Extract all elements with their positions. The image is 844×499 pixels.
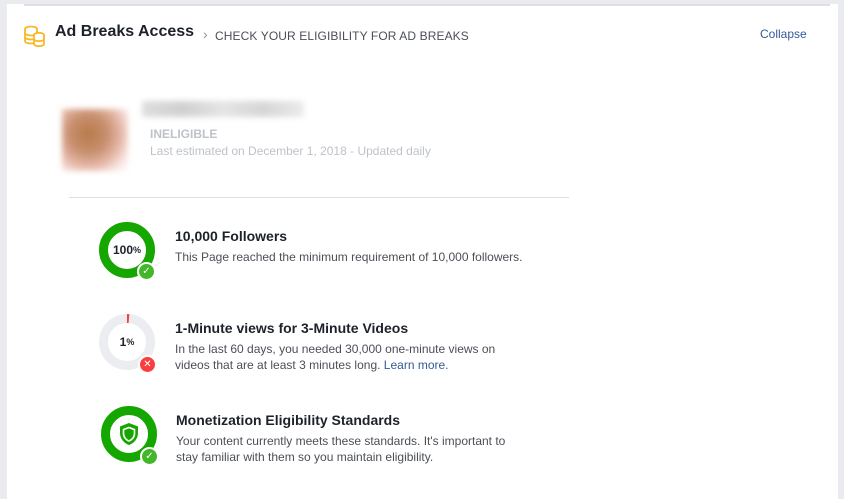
requirement-description: Your content currently meets these stand… [176, 434, 506, 464]
requirement-followers: 100% ✓ 10,000 Followers This Page reache… [7, 218, 838, 288]
progress-ring: ✓ [99, 404, 159, 466]
eligibility-status: INELIGIBLE [150, 127, 218, 141]
ad-breaks-card: Ad Breaks Access › CHECK YOUR ELIGIBILIT… [7, 4, 838, 499]
last-estimated-text: Last estimated on December 1, 2018 - Upd… [150, 144, 431, 158]
card-subtitle: CHECK YOUR ELIGIBILITY FOR AD BREAKS [215, 29, 469, 43]
page-avatar [62, 109, 128, 171]
chevron-right-icon: › [203, 26, 208, 42]
card-title: Ad Breaks Access [55, 23, 195, 40]
coins-icon [22, 24, 46, 48]
cross-icon: ✕ [138, 355, 157, 374]
check-icon: ✓ [137, 262, 156, 281]
requirement-description: In the last 60 days, you needed 30,000 o… [175, 341, 511, 373]
collapse-link[interactable]: Collapse [760, 27, 807, 41]
divider [69, 197, 569, 198]
requirement-monetization-standards: ✓ Monetization Eligibility Standards You… [7, 400, 838, 470]
card-header: Ad Breaks Access › CHECK YOUR ELIGIBILIT… [7, 18, 838, 54]
requirement-title: 10,000 Followers [175, 228, 288, 244]
progress-ring: 1% ✕ [97, 312, 157, 374]
top-border [24, 4, 830, 6]
requirement-title: Monetization Eligibility Standards [176, 412, 401, 428]
page-name-redacted [142, 101, 304, 117]
requirement-video-views: 1% ✕ 1-Minute views for 3-Minute Videos … [7, 308, 838, 378]
requirement-description: This Page reached the minimum requiremen… [175, 250, 523, 264]
progress-ring: 100% ✓ [97, 220, 157, 281]
learn-more-link[interactable]: Learn more. [384, 358, 449, 372]
check-icon: ✓ [140, 447, 159, 466]
requirement-title: 1-Minute views for 3-Minute Videos [175, 320, 409, 336]
